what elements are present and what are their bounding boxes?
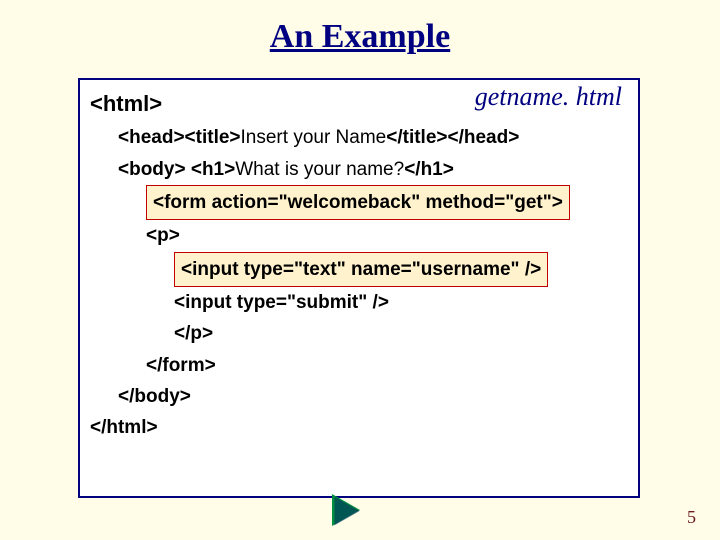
highlighted-input-text: <input type="text" name="username" />	[174, 252, 548, 287]
filename-label: getname. html	[475, 82, 622, 112]
code-box: getname. html <html> <head><title>Insert…	[78, 78, 640, 498]
next-arrow-icon[interactable]	[332, 494, 360, 526]
code-tag: </h1>	[404, 159, 454, 180]
code-line: <body> <h1>What is your name?</h1>	[90, 154, 628, 185]
code-text: Insert your Name	[241, 127, 387, 148]
highlighted-form-open: <form action="welcomeback" method="get">	[146, 185, 570, 220]
code-line: </p>	[90, 318, 628, 349]
code-line: </html>	[90, 412, 628, 443]
slide: An Example getname. html <html> <head><t…	[0, 0, 720, 540]
page-number: 5	[687, 507, 696, 528]
code-line: <input type="submit" />	[90, 287, 628, 318]
code-tag: </title></head>	[386, 127, 519, 148]
code-line-highlight: <input type="text" name="username" />	[90, 252, 628, 287]
code-text: What is your name?	[235, 159, 404, 180]
code-line-highlight: <form action="welcomeback" method="get">	[90, 185, 628, 220]
code-tag: <body> <h1>	[118, 159, 235, 180]
code-line: <p>	[90, 220, 628, 251]
code-line: </form>	[90, 350, 628, 381]
code-tag: <head><title>	[118, 127, 241, 148]
page-title: An Example	[0, 18, 720, 56]
code-line: <head><title>Insert your Name</title></h…	[90, 122, 628, 153]
code-line: </body>	[90, 381, 628, 412]
